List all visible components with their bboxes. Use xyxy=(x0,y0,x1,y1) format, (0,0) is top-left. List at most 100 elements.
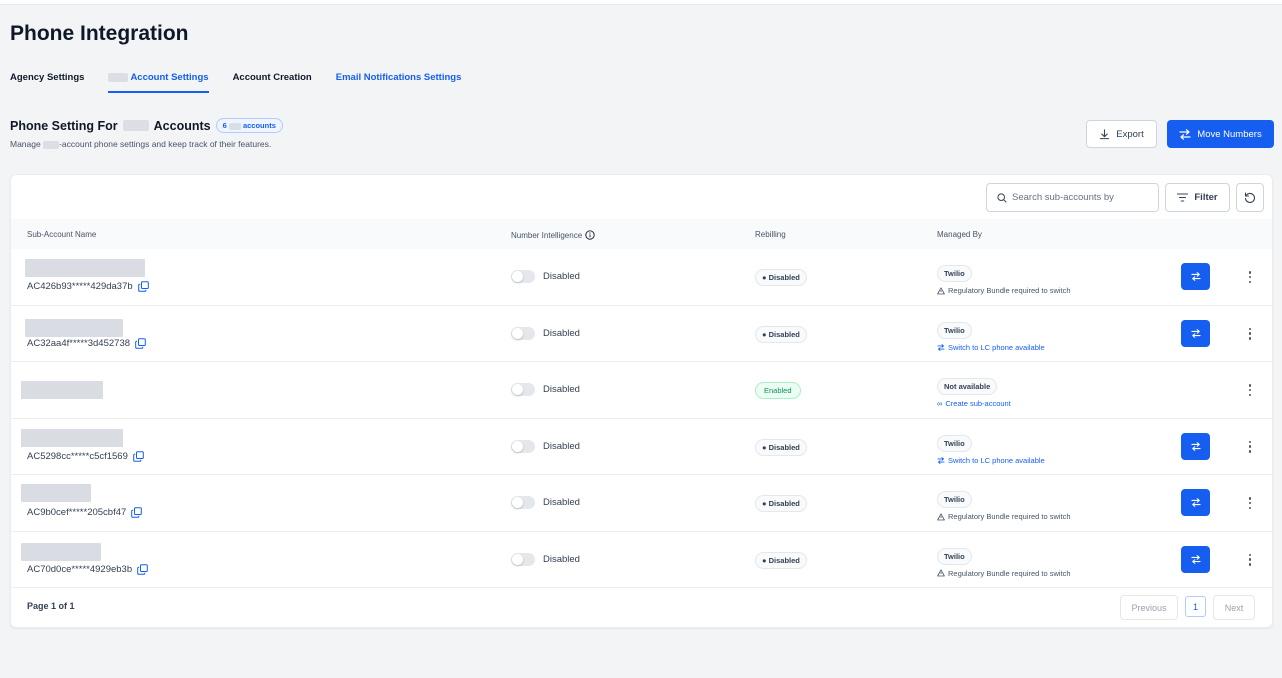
provider-badge: Twilio xyxy=(937,265,972,282)
section-title: Phone Setting For Accounts 6 accounts xyxy=(10,118,283,133)
more-options-icon[interactable] xyxy=(1245,439,1255,455)
column-header-name: Sub-Account Name xyxy=(27,230,97,239)
redacted-account-name xyxy=(21,381,103,399)
provider-note: Regulatory Bundle required to switch xyxy=(937,512,1071,521)
switch-provider-link[interactable]: Switch to LC phone available xyxy=(937,456,1045,465)
provider-note-text: Regulatory Bundle required to switch xyxy=(948,512,1071,521)
section-title-prefix: Phone Setting For xyxy=(10,118,118,133)
more-options-icon[interactable] xyxy=(1245,269,1255,285)
rebilling-badge: ● Disabled xyxy=(755,551,807,569)
refresh-icon xyxy=(1244,191,1256,203)
refresh-button[interactable] xyxy=(1236,183,1264,212)
account-sid: AC5298cc*****c5cf1569 xyxy=(27,451,144,462)
toggle-label: Disabled xyxy=(543,384,580,395)
account-sid-text: AC9b0cef*****205cbf47 xyxy=(27,507,127,518)
next-page-button[interactable]: Next xyxy=(1213,595,1255,620)
section-header: Phone Setting For Accounts 6 accounts Ma… xyxy=(10,118,283,149)
rebilling-text: Disabled xyxy=(768,442,800,452)
provider-badge: Twilio xyxy=(937,547,972,565)
account-sid: AC9b0cef*****205cbf47 xyxy=(27,507,143,518)
move-number-button[interactable] xyxy=(1181,319,1210,347)
create-sub-account-link[interactable]: ∞ Create sub-account xyxy=(937,399,1011,408)
more-options-icon[interactable] xyxy=(1245,382,1255,398)
number-intelligence-toggle[interactable]: Disabled xyxy=(511,552,580,566)
switch-provider-link[interactable]: Switch to LC phone available xyxy=(937,343,1045,352)
tab-agency-settings[interactable]: Agency Settings xyxy=(10,72,84,93)
number-intelligence-toggle[interactable]: Disabled xyxy=(511,270,580,283)
table-row: AC5298cc*****c5cf1569 Disabled ● Disable… xyxy=(11,419,1272,475)
managed-by-cell: Twilio Regulatory Bundle required to swi… xyxy=(937,263,1071,295)
page-number-button[interactable]: 1 xyxy=(1185,596,1206,617)
move-number-button[interactable] xyxy=(1181,432,1210,460)
account-sid: AC426b93*****429da37b xyxy=(27,281,149,292)
toggle-switch[interactable] xyxy=(511,496,535,509)
table-row: AC32aa4f*****3d452738 Disabled ● Disable… xyxy=(11,306,1272,362)
rebilling-badge: ● Disabled xyxy=(755,495,807,512)
copy-icon[interactable] xyxy=(135,337,146,349)
page-title: Phone Integration xyxy=(10,22,189,45)
account-sid: AC70d0ce*****4929eb3b xyxy=(27,564,148,575)
number-intelligence-toggle[interactable]: Disabled xyxy=(511,439,580,453)
toggle-switch[interactable] xyxy=(511,383,535,396)
toggle-label: Disabled xyxy=(543,553,580,565)
transfer-icon xyxy=(937,343,945,351)
account-sid-text: AC32aa4f*****3d452738 xyxy=(27,337,131,349)
move-numbers-button[interactable]: Move Numbers xyxy=(1167,120,1274,148)
provider-badge: Not available xyxy=(937,378,998,395)
account-sid-text: AC5298cc*****c5cf1569 xyxy=(27,450,128,462)
provider-badge: Twilio xyxy=(937,434,972,452)
toggle-switch[interactable] xyxy=(511,552,535,566)
provider-badge: Twilio xyxy=(937,491,972,508)
account-sid-text: AC70d0ce*****4929eb3b xyxy=(27,563,133,575)
copy-icon[interactable] xyxy=(133,450,144,462)
copy-icon[interactable] xyxy=(137,281,149,292)
move-number-button[interactable] xyxy=(1181,489,1210,516)
provider-note-text: Regulatory Bundle required to switch xyxy=(948,286,1071,295)
copy-icon[interactable] xyxy=(131,507,143,518)
more-options-icon[interactable] xyxy=(1245,326,1255,342)
number-intelligence-toggle[interactable]: Disabled xyxy=(511,326,580,340)
link-icon: ∞ xyxy=(937,399,943,408)
table-row: AC70d0ce*****4929eb3b Disabled ● Disable… xyxy=(11,532,1272,588)
toggle-switch[interactable] xyxy=(511,439,535,453)
table-header: Sub-Account Name Number Intelligence Reb… xyxy=(11,219,1272,249)
desc-suffix: -account phone settings and keep track o… xyxy=(59,139,272,149)
transfer-icon xyxy=(1190,498,1201,507)
count-number: 6 xyxy=(222,121,227,130)
provider-note-text: Create sub-account xyxy=(945,399,1011,408)
count-label: accounts xyxy=(242,121,276,130)
download-icon xyxy=(1100,128,1110,139)
tab-email-notifications[interactable]: Email Notifications Settings xyxy=(336,72,462,93)
tab-account-settings[interactable]: Account Settings xyxy=(108,72,209,93)
info-icon[interactable] xyxy=(585,230,595,240)
export-button[interactable]: Export xyxy=(1086,120,1157,148)
number-intelligence-toggle[interactable]: Disabled xyxy=(511,496,580,509)
provider-note-text: Switch to LC phone available xyxy=(948,455,1045,465)
move-number-button[interactable] xyxy=(1181,263,1210,290)
number-intelligence-toggle[interactable]: Disabled xyxy=(511,383,580,396)
redacted-account-name xyxy=(21,428,123,447)
transfer-icon xyxy=(1179,128,1191,140)
move-number-button[interactable] xyxy=(1181,545,1210,573)
rebilling-badge: ● Disabled xyxy=(755,269,807,286)
account-sid-text: AC426b93*****429da37b xyxy=(27,281,133,292)
toggle-switch[interactable] xyxy=(511,270,535,283)
previous-page-button[interactable]: Previous xyxy=(1120,595,1178,620)
tab-account-creation[interactable]: Account Creation xyxy=(233,72,312,93)
copy-icon[interactable] xyxy=(137,563,148,575)
page-indicator: Page 1 of 1 xyxy=(27,601,75,611)
more-options-icon[interactable] xyxy=(1245,495,1255,511)
more-options-icon[interactable] xyxy=(1245,552,1255,568)
settings-tabs: Agency Settings Account Settings Account… xyxy=(10,72,485,93)
filter-button[interactable]: Filter xyxy=(1165,183,1230,212)
rebilling-text: Disabled xyxy=(768,499,800,508)
column-header-intelligence-label: Number Intelligence xyxy=(511,230,583,240)
transfer-icon xyxy=(1190,441,1201,451)
table-row: AC9b0cef*****205cbf47 Disabled ● Disable… xyxy=(11,475,1272,532)
top-bar xyxy=(0,0,1282,5)
toggle-switch[interactable] xyxy=(511,326,535,340)
search-input[interactable]: Search sub-accounts by xyxy=(986,183,1159,212)
managed-by-cell: Twilio Switch to LC phone available xyxy=(937,320,1045,352)
column-header-intelligence: Number Intelligence xyxy=(511,230,595,240)
export-label: Export xyxy=(1116,128,1144,140)
